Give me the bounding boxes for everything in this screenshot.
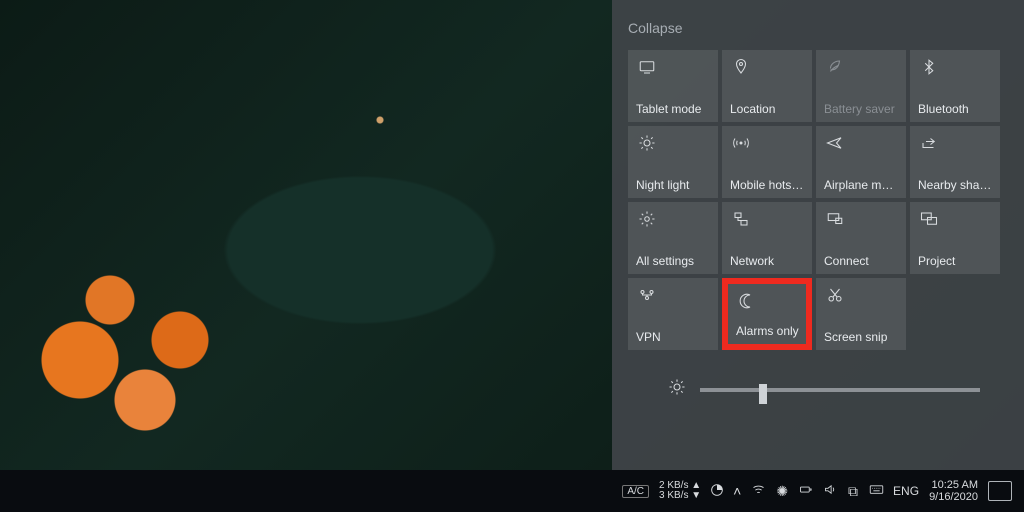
share-icon: [918, 132, 940, 154]
wifi-icon[interactable]: [751, 482, 766, 500]
tile-alarms-only[interactable]: Alarms only: [722, 278, 812, 350]
tile-nearby-sharing[interactable]: Nearby sharing: [910, 126, 1000, 198]
tile-battery-saver[interactable]: Battery saver: [816, 50, 906, 122]
tile-label: VPN: [636, 330, 712, 344]
tile-connect[interactable]: Connect: [816, 202, 906, 274]
brightness-icon: [668, 378, 686, 401]
tile-label: Battery saver: [824, 102, 900, 116]
bluetooth-icon: [918, 56, 940, 78]
tile-label: Network: [730, 254, 806, 268]
airplane-icon: [824, 132, 846, 154]
tile-screen-snip[interactable]: Screen snip: [816, 278, 906, 350]
brightness-thumb[interactable]: [759, 384, 767, 404]
tile-all-settings[interactable]: All settings: [628, 202, 718, 274]
gear-icon: [636, 208, 658, 230]
clock[interactable]: 10:25 AM 9/16/2020: [929, 479, 978, 503]
collapse-link[interactable]: Collapse: [628, 20, 682, 36]
tile-night-light[interactable]: Night light: [628, 126, 718, 198]
tile-label: Alarms only: [736, 324, 800, 338]
moon-icon: [736, 290, 758, 312]
net-down: 3 KB/s ▼: [659, 491, 701, 501]
volume-icon[interactable]: [823, 482, 838, 500]
network-icon: [730, 208, 752, 230]
keyboard-icon[interactable]: [868, 482, 885, 500]
action-center-panel: Collapse Tablet mode Location Battery sa…: [612, 0, 1024, 470]
tile-airplane-mode[interactable]: Airplane mode: [816, 126, 906, 198]
network-speed-indicator: 2 KB/s ▲ 3 KB/s ▼: [659, 481, 701, 501]
project-icon: [918, 208, 940, 230]
location-icon: [730, 56, 752, 78]
tile-label: Bluetooth: [918, 102, 994, 116]
tile-bluetooth[interactable]: Bluetooth: [910, 50, 1000, 122]
sun-icon: [636, 132, 658, 154]
chevron-up-icon[interactable]: ˄: [733, 483, 741, 499]
tablet-icon: [636, 56, 658, 78]
power-plug-icon[interactable]: [798, 482, 813, 500]
language-indicator[interactable]: ENG: [893, 484, 919, 498]
tile-label: Night light: [636, 178, 712, 192]
snip-icon: [824, 284, 846, 306]
brightness-slider[interactable]: [700, 388, 980, 392]
tile-tablet-mode[interactable]: Tablet mode: [628, 50, 718, 122]
hotspot-icon: [730, 132, 752, 154]
taskbar: A/C 2 KB/s ▲ 3 KB/s ▼ ˄ ✺ ⧉ ENG 10:25 AM…: [0, 470, 1024, 512]
tile-label: Nearby sharing: [918, 178, 994, 192]
tile-label: Tablet mode: [636, 102, 712, 116]
tile-label: Project: [918, 254, 994, 268]
system-tray: ˄ ✺ ⧉: [733, 482, 885, 500]
tile-project[interactable]: Project: [910, 202, 1000, 274]
tile-mobile-hotspot[interactable]: Mobile hotspot: [722, 126, 812, 198]
tile-location[interactable]: Location: [722, 50, 812, 122]
quick-action-tiles: Tablet mode Location Battery saver Bluet…: [628, 50, 1008, 350]
dropbox-icon[interactable]: ⧉: [848, 483, 858, 500]
tile-label: Location: [730, 102, 806, 116]
tile-network[interactable]: Network: [722, 202, 812, 274]
tile-label: All settings: [636, 254, 712, 268]
tile-label: Connect: [824, 254, 900, 268]
leaf-icon: [824, 56, 846, 78]
clock-time: 10:25 AM: [929, 479, 978, 491]
notification-center-button[interactable]: [988, 481, 1012, 501]
tile-vpn[interactable]: VPN: [628, 278, 718, 350]
tile-label: Screen snip: [824, 330, 900, 344]
brightness-tray-icon[interactable]: ✺: [776, 483, 788, 500]
tile-label: Mobile hotspot: [730, 178, 806, 192]
brightness-row: [628, 378, 1008, 401]
vpn-icon: [636, 284, 658, 306]
connect-icon: [824, 208, 846, 230]
disk-usage-icon[interactable]: [709, 482, 725, 501]
power-mode-indicator: A/C: [622, 485, 649, 498]
tile-label: Airplane mode: [824, 178, 900, 192]
clock-date: 9/16/2020: [929, 491, 978, 503]
